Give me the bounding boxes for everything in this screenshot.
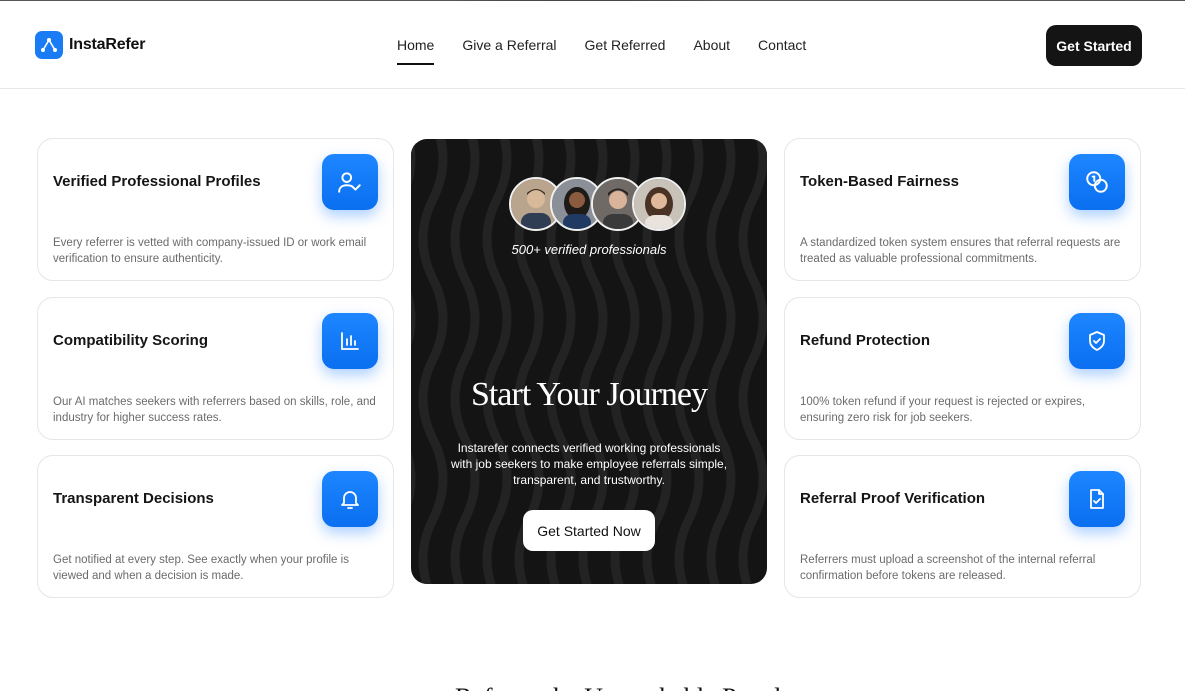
feature-title: Token-Based Fairness	[800, 173, 959, 190]
feature-title: Referral Proof Verification	[800, 490, 986, 507]
feature-description: Every referrer is vetted with company-is…	[53, 237, 367, 265]
hero-description: Instarefer connects verified working pro…	[450, 441, 728, 487]
feature-card-compatibility-scoring: Compatibility Scoring Our AI matches see…	[37, 297, 394, 440]
feature-description: A standardized token system ensures that…	[800, 237, 1121, 265]
site-header: InstaRefer Home Give a Referral Get Refe…	[0, 1, 1185, 89]
brand-name: InstaRefer	[69, 36, 146, 53]
brand-logo[interactable]: InstaRefer	[35, 31, 145, 59]
feature-description: Referrers must upload a screenshot of th…	[800, 554, 1096, 582]
get-started-button[interactable]: Get Started	[1046, 25, 1142, 66]
feature-title: Verified Professional Profiles	[53, 173, 261, 190]
nav-home[interactable]: Home	[397, 37, 435, 65]
avatar-group	[509, 177, 686, 231]
feature-title: Refund Protection	[800, 332, 930, 349]
feature-description: Get notified at every step. See exactly …	[53, 554, 349, 582]
logo-icon	[35, 31, 63, 59]
nav-contact[interactable]: Contact	[758, 37, 806, 59]
hero-caption: 500+ verified professionals	[511, 242, 667, 257]
nav-give-a-referral[interactable]: Give a Referral	[462, 37, 556, 59]
hero-title: Start Your Journey	[470, 376, 708, 413]
feature-card-token-based-fairness: Token-Based Fairness A standardized toke…	[784, 138, 1141, 281]
feature-card-verified-profiles: Verified Professional Profiles Every ref…	[37, 138, 394, 281]
main-nav: Home Give a Referral Get Referred About …	[397, 37, 806, 65]
coins-icon	[1069, 154, 1125, 210]
shield-check-icon	[1069, 313, 1125, 369]
feature-card-transparent-decisions: Transparent Decisions Get notified at ev…	[37, 455, 394, 598]
nav-get-referred[interactable]: Get Referred	[585, 37, 666, 59]
avatar	[632, 177, 686, 231]
feature-card-refund-protection: Refund Protection 100% token refund if y…	[784, 297, 1141, 440]
section-heading: Refer to the Unreachable People	[455, 683, 793, 691]
feature-description: 100% token refund if your request is rej…	[800, 396, 1086, 424]
nav-about[interactable]: About	[693, 37, 730, 59]
get-started-now-button[interactable]: Get Started Now	[523, 510, 655, 551]
file-check-icon	[1069, 471, 1125, 527]
user-check-icon	[322, 154, 378, 210]
feature-title: Transparent Decisions	[53, 490, 214, 507]
bell-icon	[322, 471, 378, 527]
feature-description: Our AI matches seekers with referrers ba…	[53, 396, 376, 424]
hero-card: 500+ verified professionals Start Your J…	[411, 139, 767, 584]
feature-title: Compatibility Scoring	[53, 332, 209, 349]
bar-chart-icon	[322, 313, 378, 369]
feature-card-referral-proof-verification: Referral Proof Verification Referrers mu…	[784, 455, 1141, 598]
